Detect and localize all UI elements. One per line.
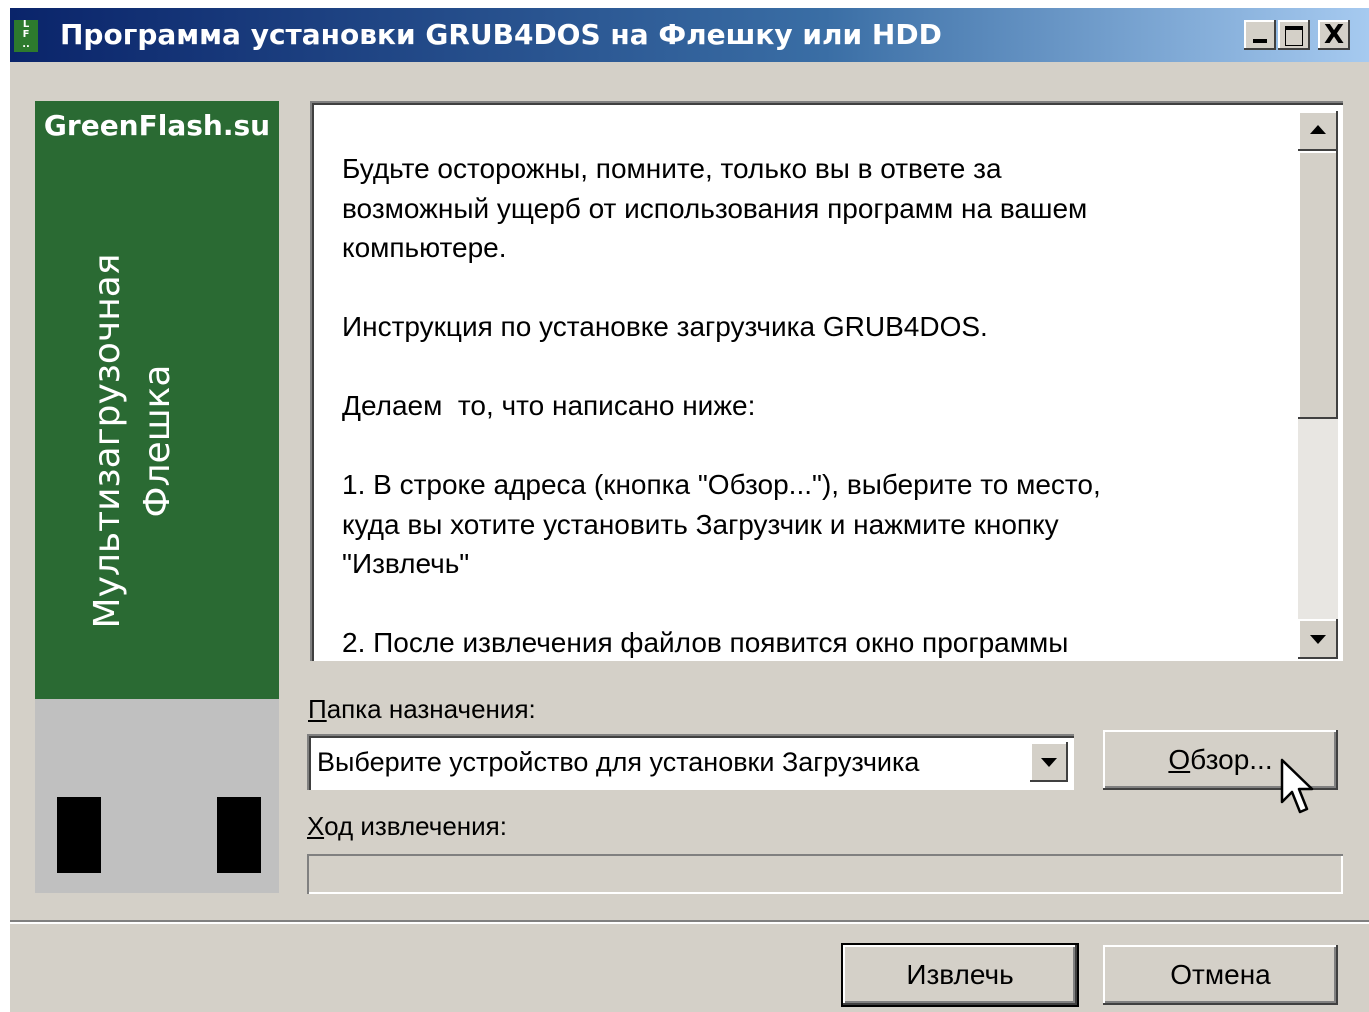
sidebar-banner: GreenFlash.su Мультизагрузочная Флешка xyxy=(35,101,279,893)
destination-value[interactable]: Выберите устройство для установки Загруз… xyxy=(317,747,919,778)
installer-window: L F.. Программа установки GRUB4DOS на Фле… xyxy=(10,8,1369,1012)
info-text: Будьте осторожны, помните, только вы в о… xyxy=(342,153,1101,658)
brand-label: GreenFlash.su xyxy=(43,109,271,142)
destination-label-accel: П xyxy=(308,694,327,724)
browse-label: бзор... xyxy=(1190,744,1273,775)
banner-vertical-text: Мультизагрузочная Флешка xyxy=(83,141,203,741)
separator xyxy=(10,920,1369,924)
destination-label-text: апка назначения: xyxy=(326,694,536,724)
banner-green-panel: GreenFlash.su Мультизагрузочная Флешка xyxy=(35,101,279,699)
usb-pin-left xyxy=(57,797,101,873)
destination-label: Папка назначения: xyxy=(308,694,536,725)
destination-combobox[interactable]: Выберите устройство для установки Загруз… xyxy=(307,734,1074,790)
maximize-icon[interactable] xyxy=(1278,20,1310,50)
scroll-up-icon[interactable] xyxy=(1298,111,1338,151)
banner-line-2: Флешка xyxy=(137,364,178,518)
usb-pin-right xyxy=(217,797,261,873)
mouse-cursor-icon xyxy=(1280,758,1314,814)
app-icon[interactable]: L F.. xyxy=(14,20,38,52)
minimize-icon[interactable] xyxy=(1244,20,1276,50)
extraction-progress-bar xyxy=(307,854,1343,894)
window-title: Программа установки GRUB4DOS на Флешку и… xyxy=(60,18,942,51)
extract-button[interactable]: Извлечь xyxy=(843,945,1077,1005)
info-text-area[interactable]: Будьте осторожны, помните, только вы в о… xyxy=(310,101,1343,661)
scroll-down-icon[interactable] xyxy=(1298,619,1338,659)
chevron-down-icon[interactable] xyxy=(1030,742,1068,782)
progress-label: Ход извлечения: xyxy=(307,811,507,842)
close-icon[interactable]: X xyxy=(1318,20,1350,50)
progress-label-text: од извлечения: xyxy=(324,811,507,841)
title-bar[interactable]: L F.. Программа установки GRUB4DOS на Фле… xyxy=(10,8,1369,62)
usb-stick-graphic xyxy=(35,699,279,893)
browse-accel: О xyxy=(1168,744,1191,775)
banner-line-1: Мультизагрузочная xyxy=(87,253,128,629)
scroll-thumb[interactable] xyxy=(1298,151,1338,419)
cancel-button[interactable]: Отмена xyxy=(1103,945,1338,1005)
progress-label-accel: Х xyxy=(307,811,325,841)
info-scrollbar[interactable] xyxy=(1298,111,1338,659)
